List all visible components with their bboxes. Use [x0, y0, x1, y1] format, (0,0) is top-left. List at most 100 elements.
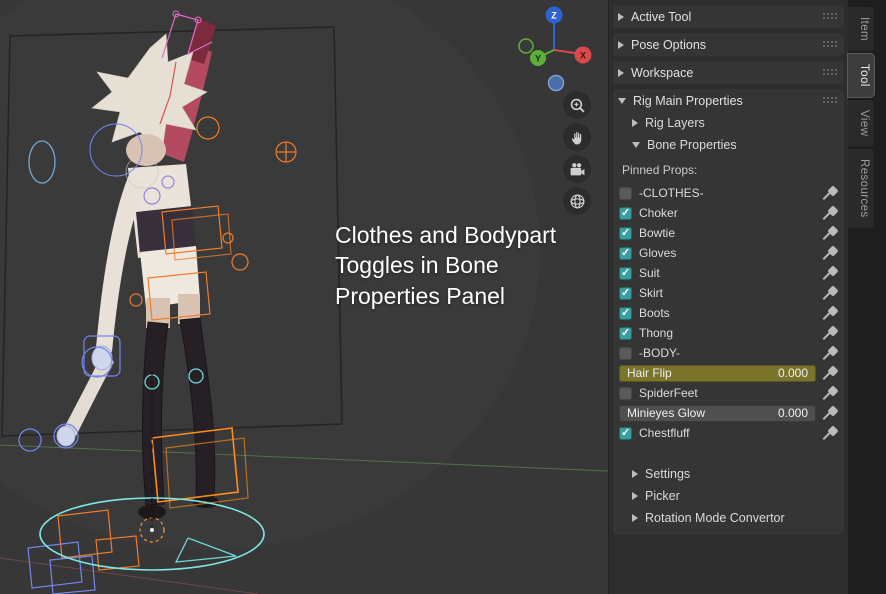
axis-x-label: X	[580, 51, 586, 61]
tab-resources[interactable]: Resources	[848, 149, 874, 228]
axis-y-label: Y	[535, 54, 541, 64]
pinned-props-label: Pinned Props:	[622, 163, 698, 177]
panel-header-bone-properties[interactable]: Bone Properties	[627, 134, 844, 156]
chevron-right-icon	[632, 492, 638, 500]
pin-icon[interactable]	[823, 345, 839, 361]
pin-icon[interactable]	[823, 185, 839, 201]
prop-row-spiderfeet: SpiderFeet	[617, 383, 839, 403]
panel-header-picker[interactable]: Picker	[627, 485, 844, 507]
checkbox-body[interactable]	[619, 346, 632, 360]
pin-icon[interactable]	[823, 265, 839, 281]
prop-label: Chestfluff	[639, 426, 690, 440]
pan-button[interactable]	[563, 123, 591, 151]
slider-value: 0.000	[777, 406, 808, 420]
panel-title: Active Tool	[631, 9, 692, 24]
prop-label: SpiderFeet	[639, 386, 698, 400]
prop-row-choker: Choker	[617, 203, 839, 223]
chevron-right-icon	[618, 12, 624, 21]
panel-title: Rig Layers	[645, 116, 705, 130]
chevron-right-icon	[632, 514, 638, 522]
panel-header-rotation-mode-convertor[interactable]: Rotation Mode Convertor	[627, 507, 844, 529]
prop-row-boots: Boots	[617, 303, 839, 323]
checkbox-clothes[interactable]	[619, 186, 632, 200]
drag-grip-icon[interactable]	[823, 41, 838, 48]
tab-item[interactable]: Item	[848, 7, 874, 51]
chevron-right-icon	[618, 40, 624, 49]
perspective-toggle-button[interactable]	[563, 187, 591, 215]
pin-icon[interactable]	[823, 225, 839, 241]
pin-icon[interactable]	[823, 325, 839, 341]
prop-label: Choker	[639, 206, 678, 220]
overlay-caption: Clothes and Bodypart Toggles in Bone Pro…	[335, 222, 557, 309]
checkbox-bowtie[interactable]	[619, 226, 632, 240]
slider-value: 0.000	[777, 366, 808, 380]
checkbox-thong[interactable]	[619, 326, 632, 340]
panel-title: Bone Properties	[647, 138, 737, 152]
panel-active-tool: Active Tool	[613, 5, 844, 28]
axis-z-label: Z	[551, 11, 557, 21]
panel-title: Picker	[645, 489, 680, 503]
prop-row-chestfluff: Chestfluff	[617, 423, 839, 443]
pan-hand-icon	[571, 131, 581, 144]
panel-header-active-tool[interactable]: Active Tool	[613, 5, 844, 28]
pin-icon[interactable]	[823, 365, 839, 381]
drag-grip-icon[interactable]	[823, 13, 838, 20]
prop-row-bowtie: Bowtie	[617, 223, 839, 243]
pin-icon[interactable]	[823, 205, 839, 221]
minieyes-glow-slider[interactable]: Minieyes Glow 0.000	[619, 404, 816, 422]
prop-label: Gloves	[639, 246, 677, 260]
panel-header-settings[interactable]: Settings	[627, 463, 844, 485]
pin-icon[interactable]	[823, 285, 839, 301]
checkbox-suit[interactable]	[619, 266, 632, 280]
prop-label: -CLOTHES-	[639, 186, 704, 200]
panel-header-rig-main-properties[interactable]: Rig Main Properties	[613, 89, 844, 112]
checkbox-spiderfeet[interactable]	[619, 386, 632, 400]
chevron-right-icon	[632, 470, 638, 478]
viewport-tool-buttons	[563, 91, 591, 215]
checkbox-gloves[interactable]	[619, 246, 632, 260]
checkbox-boots[interactable]	[619, 306, 632, 320]
panel-title: Pose Options	[631, 37, 707, 52]
pin-icon[interactable]	[823, 305, 839, 321]
panel-title: Workspace	[631, 65, 694, 80]
checkbox-chestfluff[interactable]	[619, 426, 632, 440]
3d-viewport[interactable]: Clothes and Bodypart Toggles in Bone Pro…	[0, 0, 608, 594]
zoom-button[interactable]	[563, 91, 591, 119]
prop-row-skirt: Skirt	[617, 283, 839, 303]
axis-neg-z-ball[interactable]	[547, 74, 565, 92]
panel-header-pose-options[interactable]: Pose Options	[613, 33, 844, 56]
panel-title: Rotation Mode Convertor	[645, 511, 785, 525]
pin-icon[interactable]	[823, 405, 839, 421]
bone-properties-body: Pinned Props: -CLOTHES- Choker Bowtie	[613, 156, 844, 447]
hair-flip-slider[interactable]: Hair Flip 0.000	[619, 364, 816, 382]
tab-view[interactable]: View	[848, 99, 874, 146]
prop-row-thong: Thong	[617, 323, 839, 343]
slider-label: Hair Flip	[627, 366, 672, 380]
prop-label: Boots	[639, 306, 670, 320]
zoom-icon	[570, 98, 585, 113]
sidebar-tab-strip: Item Tool View Resources	[848, 0, 886, 594]
checkbox-skirt[interactable]	[619, 286, 632, 300]
panel-workspace: Workspace	[613, 61, 844, 84]
camera-view-button[interactable]	[563, 155, 591, 183]
drag-grip-icon[interactable]	[823, 97, 838, 104]
panel-header-workspace[interactable]: Workspace	[613, 61, 844, 84]
pin-icon[interactable]	[823, 385, 839, 401]
panel-title: Rig Main Properties	[633, 93, 743, 108]
blender-window: Clothes and Bodypart Toggles in Bone Pro…	[0, 0, 886, 594]
tab-tool[interactable]: Tool	[848, 53, 874, 97]
checkbox-choker[interactable]	[619, 206, 632, 220]
n-panel-sidebar: Active Tool Pose Options Workspace Rig M…	[608, 0, 848, 594]
prop-label: Thong	[639, 326, 674, 340]
drag-grip-icon[interactable]	[823, 69, 838, 76]
prop-row-body: -BODY-	[617, 343, 839, 363]
pin-icon[interactable]	[823, 425, 839, 441]
slider-label: Minieyes Glow	[627, 406, 706, 420]
axis-neg-y-ball[interactable]	[518, 38, 534, 54]
panel-header-rig-layers[interactable]: Rig Layers	[627, 112, 844, 134]
pin-icon[interactable]	[823, 245, 839, 261]
prop-row-clothes: -CLOTHES-	[617, 183, 839, 203]
chevron-right-icon	[618, 68, 624, 77]
axis-gizmo[interactable]: Z X Y	[510, 2, 598, 94]
prop-row-gloves: Gloves	[617, 243, 839, 263]
